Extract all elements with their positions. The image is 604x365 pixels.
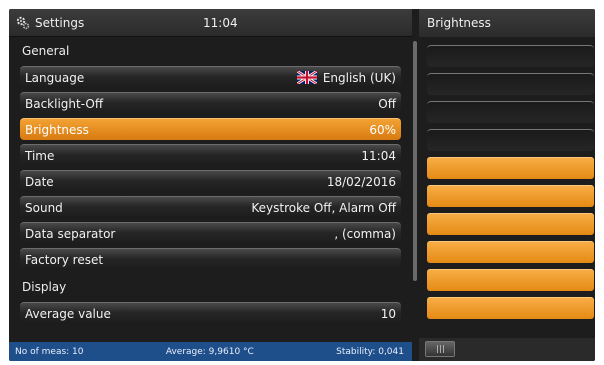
settings-list: General Language English (UK) Backlight-Off… <box>9 38 412 334</box>
brightness-segment-off[interactable] <box>427 73 594 95</box>
brightness-level-bar[interactable] <box>427 45 594 325</box>
brightness-panel-title: Brightness <box>419 9 595 37</box>
setting-row-backlight-off[interactable]: Backlight-Off Off <box>20 92 401 114</box>
setting-value-wrap: , (comma) <box>334 227 396 241</box>
setting-label: Factory reset <box>25 252 104 267</box>
setting-value: 60% <box>369 122 396 137</box>
setting-value: 11:04 <box>361 148 396 163</box>
setting-value-wrap: 60% <box>369 123 396 137</box>
section-heading: General <box>22 44 70 58</box>
setting-value-wrap: 18/02/2016 <box>327 175 396 189</box>
setting-label: Date <box>25 174 54 189</box>
setting-label: Backlight-Off <box>25 96 104 111</box>
header-clock: 11:04 <box>203 15 238 30</box>
brightness-segment-on[interactable] <box>427 213 594 235</box>
brightness-footer <box>419 338 595 361</box>
setting-label: Language <box>25 70 85 85</box>
status-stability: Stability: 0,041 <box>336 346 404 357</box>
settings-header: Settings 11:04 <box>9 9 412 37</box>
setting-row-sound[interactable]: Sound Keystroke Off, Alarm Off <box>20 196 401 218</box>
page-title: Settings <box>35 15 85 30</box>
setting-label: Average value <box>25 306 111 321</box>
brightness-segment-on[interactable] <box>427 185 594 207</box>
setting-label: Brightness <box>25 122 89 137</box>
setting-row-factory-reset[interactable]: Factory reset <box>20 248 401 270</box>
status-meas-count: No of meas: 10 <box>15 346 84 357</box>
setting-value: English (UK) <box>322 70 396 85</box>
setting-value: 18/02/2016 <box>326 174 396 189</box>
brightness-segment-off[interactable] <box>427 129 594 151</box>
setting-row-average-value[interactable]: Average value 10 <box>20 302 401 324</box>
setting-label: Time <box>25 148 55 163</box>
setting-value: 10 <box>380 306 396 321</box>
brightness-segment-off[interactable] <box>427 45 594 67</box>
setting-label: Data separator <box>25 226 116 241</box>
setting-value-wrap: 10 <box>381 307 396 321</box>
brightness-panel: Brightness <box>419 9 595 361</box>
uk-flag-icon <box>296 69 318 86</box>
brightness-segment-on[interactable] <box>427 269 594 291</box>
slider-handle[interactable] <box>425 341 455 357</box>
gear-icon <box>15 15 31 31</box>
setting-value-wrap: Off <box>378 97 396 111</box>
device-screen: Settings 11:04 General Language English (U… <box>9 9 595 361</box>
section-heading: Probes <box>9 328 412 334</box>
setting-row-date[interactable]: Date 18/02/2016 <box>20 170 401 192</box>
setting-value: , (comma) <box>334 226 396 241</box>
setting-row-brightness[interactable]: Brightness 60% <box>20 118 401 140</box>
section-heading: Display <box>22 280 67 294</box>
setting-label: Sound <box>25 200 63 215</box>
status-bar: No of meas: 10 Average: 9,9610 °C Stabil… <box>9 342 412 361</box>
setting-value: Off <box>378 96 396 111</box>
setting-row-language[interactable]: Language English (UK) <box>20 66 401 88</box>
status-average: Average: 9,9610 °C <box>165 346 254 357</box>
brightness-segment-on[interactable] <box>427 241 594 263</box>
setting-row-time[interactable]: Time 11:04 <box>20 144 401 166</box>
setting-value-wrap: Keystroke Off, Alarm Off <box>251 201 396 215</box>
brightness-segment-on[interactable] <box>427 157 594 179</box>
brightness-segment-off[interactable] <box>427 101 594 123</box>
settings-scrollbar[interactable] <box>413 41 417 281</box>
settings-panel: Settings 11:04 General Language English (U… <box>9 9 412 361</box>
setting-value-wrap: 11:04 <box>361 149 396 163</box>
brightness-segment-on[interactable] <box>427 297 594 319</box>
setting-row-data-separator[interactable]: Data separator , (comma) <box>20 222 401 244</box>
setting-value: Keystroke Off, Alarm Off <box>251 200 396 215</box>
setting-value-wrap: English (UK) <box>296 69 396 86</box>
